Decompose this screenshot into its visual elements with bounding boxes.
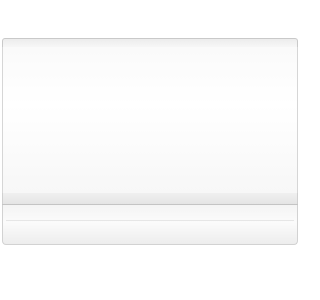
unit-louver	[2, 205, 298, 245]
air-conditioner-unit	[2, 38, 298, 258]
product-image-canvas	[0, 0, 300, 300]
louver-inner-line	[6, 220, 294, 221]
unit-front-panel	[2, 47, 298, 193]
